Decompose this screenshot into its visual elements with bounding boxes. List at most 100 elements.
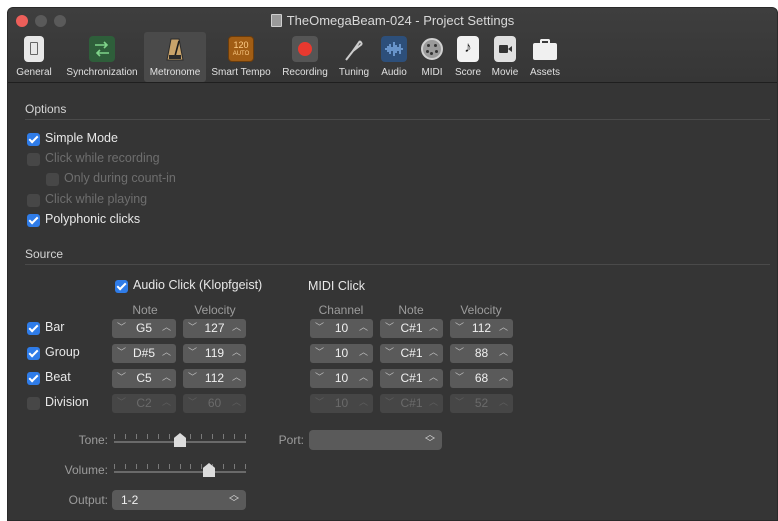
beat-velocity-stepper[interactable]: ﹀ 112 ︿: [183, 369, 246, 388]
bar-velocity-stepper[interactable]: ﹀ 127 ︿: [183, 319, 246, 338]
audio-note-header: Note: [132, 303, 158, 317]
midi-click-label: MIDI Click: [308, 279, 365, 293]
click-while-recording-label: Click while recording: [45, 151, 160, 165]
midi-icon: [419, 36, 445, 62]
chevron-updown-icon: ︿ ﹀: [229, 490, 239, 509]
volume-slider-tick: [245, 464, 246, 469]
bar-checkbox[interactable]: [27, 322, 40, 335]
beat-note-stepper[interactable]: ﹀ C5 ︿: [112, 369, 176, 388]
tone-slider-tick: [223, 434, 224, 439]
only-during-count-in-checkbox[interactable]: [46, 173, 59, 186]
record-icon: [292, 36, 318, 62]
tuning-fork-icon: [341, 36, 367, 62]
title-bar: TheOmegaBeam-024 - Project Settings Gene…: [8, 8, 777, 83]
simple-mode-label: Simple Mode: [45, 131, 118, 145]
simple-mode-checkbox[interactable]: [27, 133, 40, 146]
general-icon: [24, 36, 44, 62]
group-midi-velocity-stepper[interactable]: ﹀ 88 ︿: [450, 344, 513, 363]
beat-midi-note-stepper[interactable]: ﹀ C#1 ︿: [380, 369, 443, 388]
tab-synchronization[interactable]: Synchronization: [60, 32, 144, 82]
volume-slider-tick: [147, 464, 148, 469]
document-icon: [270, 14, 282, 27]
bar-channel-stepper[interactable]: ﹀ 10 ︿: [310, 319, 373, 338]
midi-note-header: Note: [398, 303, 424, 317]
only-during-count-in-label: Only during count-in: [64, 171, 176, 185]
tone-slider-tick: [201, 434, 202, 439]
volume-slider-tick: [136, 464, 137, 469]
tab-assets[interactable]: Assets: [524, 32, 566, 82]
tone-slider-tick: [114, 434, 115, 439]
volume-slider-tick: [223, 464, 224, 469]
port-label: Port:: [278, 433, 304, 447]
port-popup[interactable]: ︿ ﹀: [309, 430, 442, 450]
division-midi-velocity-stepper[interactable]: ﹀ 52 ︿: [450, 394, 513, 413]
group-channel-stepper[interactable]: ﹀ 10 ︿: [310, 344, 373, 363]
division-midi-note-stepper[interactable]: ﹀ C#1 ︿: [380, 394, 443, 413]
tab-general[interactable]: General: [8, 32, 60, 82]
division-checkbox[interactable]: [27, 397, 40, 410]
group-note-stepper[interactable]: ﹀ D#5 ︿: [112, 344, 176, 363]
audio-velocity-header: Velocity: [194, 303, 236, 317]
chevron-updown-icon: ︿ ﹀: [425, 430, 435, 449]
tab-tuning[interactable]: Tuning: [334, 32, 374, 82]
audio-click-label: Audio Click (Klopfgeist): [133, 278, 263, 292]
waveform-icon: [381, 36, 407, 62]
group-midi-note-stepper[interactable]: ﹀ C#1 ︿: [380, 344, 443, 363]
tab-smart-tempo[interactable]: 120 AUTO Smart Tempo: [206, 32, 276, 82]
volume-slider-thumb[interactable]: [203, 463, 215, 477]
polyphonic-clicks-checkbox[interactable]: [27, 214, 40, 227]
tab-recording[interactable]: Recording: [276, 32, 334, 82]
beat-label: Beat: [45, 370, 71, 384]
midi-channel-header: Channel: [318, 303, 364, 317]
volume-slider-track: [114, 471, 246, 473]
tab-audio[interactable]: Audio: [374, 32, 414, 82]
midi-velocity-header: Velocity: [460, 303, 502, 317]
volume-slider-tick: [234, 464, 235, 469]
bar-midi-velocity-stepper[interactable]: ﹀ 112 ︿: [450, 319, 513, 338]
tab-score[interactable]: ♪ Score: [450, 32, 486, 82]
briefcase-icon: [532, 36, 558, 62]
smart-tempo-icon: 120 AUTO: [228, 36, 254, 62]
division-channel-stepper[interactable]: ﹀ 10 ︿: [310, 394, 373, 413]
group-velocity-stepper[interactable]: ﹀ 119 ︿: [183, 344, 246, 363]
click-while-playing-label: Click while playing: [45, 192, 148, 206]
volume-slider-tick: [125, 464, 126, 469]
tone-slider[interactable]: [114, 429, 246, 449]
polyphonic-clicks-label: Polyphonic clicks: [45, 212, 141, 226]
tone-slider-tick: [245, 434, 246, 439]
volume-slider-tick: [190, 464, 191, 469]
tab-movie[interactable]: Movie: [486, 32, 524, 82]
output-popup[interactable]: 1-2 ︿ ﹀: [112, 490, 246, 510]
beat-midi-velocity-stepper[interactable]: ﹀ 68 ︿: [450, 369, 513, 388]
bar-midi-note-stepper[interactable]: ﹀ C#1 ︿: [380, 319, 443, 338]
project-settings-window: TheOmegaBeam-024 - Project Settings Gene…: [7, 7, 778, 521]
volume-slider[interactable]: [114, 459, 246, 479]
tone-slider-tick: [234, 434, 235, 439]
sync-icon: [89, 36, 115, 62]
volume-slider-tick: [180, 464, 181, 469]
bar-note-stepper[interactable]: ﹀ G5 ︿: [112, 319, 176, 338]
tab-metronome[interactable]: Metronome: [144, 32, 206, 82]
group-checkbox[interactable]: [27, 347, 40, 360]
tone-slider-tick: [136, 434, 137, 439]
division-note-stepper[interactable]: ﹀ C2 ︿: [112, 394, 176, 413]
beat-checkbox[interactable]: [27, 372, 40, 385]
source-heading: Source: [25, 247, 64, 261]
volume-label: Volume:: [64, 463, 108, 477]
click-while-recording-checkbox[interactable]: [27, 153, 40, 166]
volume-slider-tick: [158, 464, 159, 469]
click-while-playing-checkbox[interactable]: [27, 194, 40, 207]
tone-slider-thumb[interactable]: [174, 433, 186, 447]
beat-channel-stepper[interactable]: ﹀ 10 ︿: [310, 369, 373, 388]
source-divider: [25, 264, 770, 265]
volume-slider-tick: [201, 464, 202, 469]
tone-slider-tick: [190, 434, 191, 439]
options-divider: [25, 119, 770, 120]
division-label: Division: [45, 395, 89, 409]
window-title: TheOmegaBeam-024 - Project Settings: [8, 13, 777, 28]
audio-click-checkbox[interactable]: [115, 280, 128, 293]
volume-slider-tick: [114, 464, 115, 469]
tab-midi[interactable]: MIDI: [414, 32, 450, 82]
tone-slider-tick: [169, 434, 170, 439]
division-velocity-stepper[interactable]: ﹀ 60 ︿: [183, 394, 246, 413]
